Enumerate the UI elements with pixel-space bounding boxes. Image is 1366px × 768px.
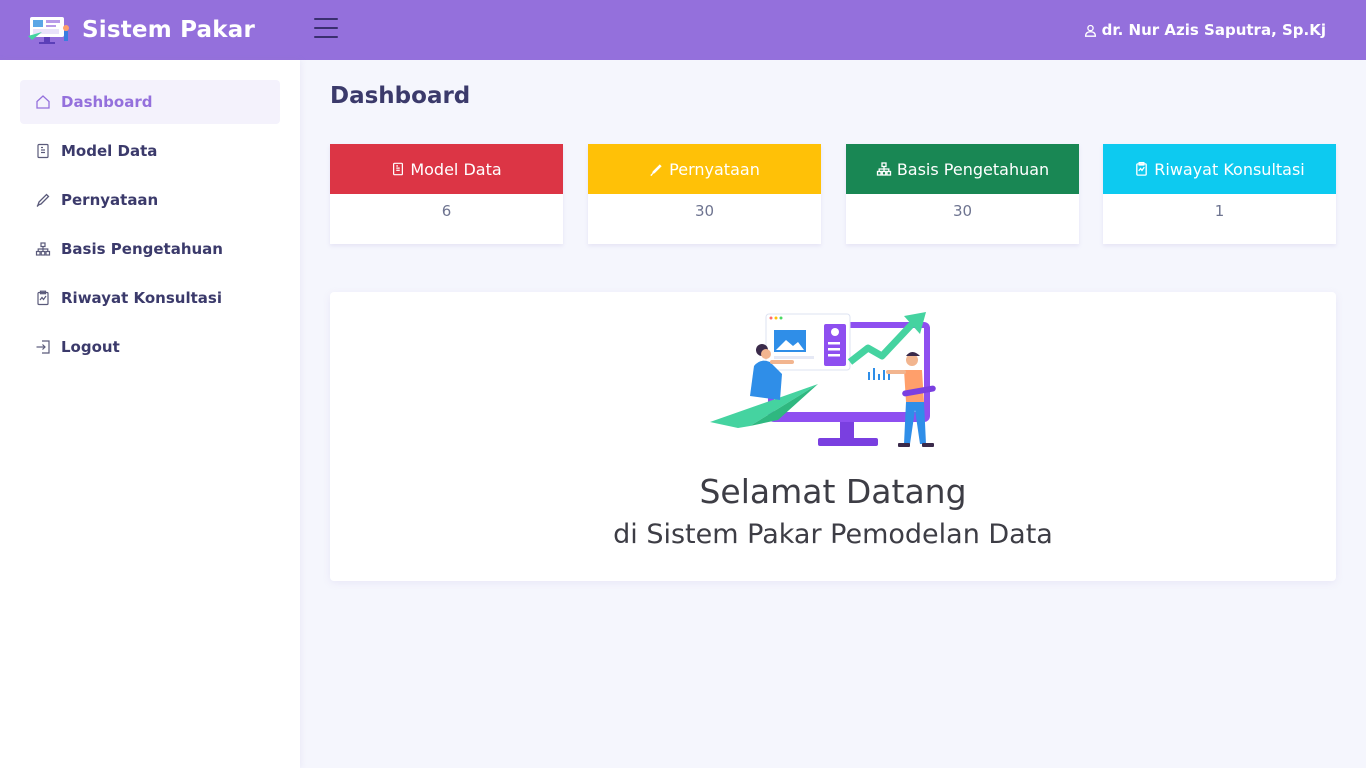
stat-card-value: 30: [952, 202, 973, 220]
brand-logo-icon: [26, 14, 72, 46]
stat-card-basis-pengetahuan[interactable]: Basis Pengetahuan 30: [846, 144, 1079, 244]
user-menu[interactable]: dr. Nur Azis Saputra, Sp.Kj: [1084, 0, 1326, 60]
sidebar-item-riwayat-konsultasi[interactable]: Riwayat Konsultasi: [20, 276, 280, 320]
brand-title: Sistem Pakar: [82, 17, 256, 43]
sidebar-item-model-data[interactable]: Model Data: [20, 129, 280, 173]
sidebar-item-label: Dashboard: [61, 93, 153, 111]
stat-card-header[interactable]: Riwayat Konsultasi: [1103, 144, 1336, 194]
logout-icon: [34, 338, 52, 356]
sidebar-item-logout[interactable]: Logout: [20, 325, 280, 369]
stat-cards: Model Data 6 Pernyataan 30 Basis Pengeta…: [330, 144, 1336, 244]
welcome-title: Selamat Datang: [699, 472, 967, 511]
stat-card-model-data[interactable]: Model Data 6: [330, 144, 563, 244]
stat-card-label: Model Data: [410, 159, 502, 179]
sidebar-item-dashboard[interactable]: Dashboard: [20, 80, 280, 124]
stat-card-header[interactable]: Model Data: [330, 144, 563, 194]
pencil-icon: [650, 163, 662, 176]
user-name: dr. Nur Azis Saputra, Sp.Kj: [1101, 21, 1326, 39]
hamburger-icon[interactable]: [314, 18, 338, 40]
file-icon: [393, 162, 404, 176]
sidebar-item-label: Logout: [61, 338, 120, 356]
clipboard-icon: [1136, 161, 1148, 176]
hierarchy-icon: [34, 240, 52, 258]
stat-card-value: 30: [694, 202, 715, 220]
stat-card-value: 1: [1214, 202, 1225, 220]
stat-card-label: Pernyataan: [669, 159, 760, 179]
clipboard-icon: [34, 289, 52, 307]
stat-card-header[interactable]: Basis Pengetahuan: [846, 144, 1079, 194]
top-navbar: Sistem Pakar dr. Nur Azis Saputra, Sp.Kj: [0, 0, 1366, 60]
sidebar-item-label: Model Data: [61, 142, 158, 160]
page-title: Dashboard: [330, 83, 471, 109]
stat-card-header[interactable]: Pernyataan: [588, 144, 821, 194]
sidebar-item-label: Basis Pengetahuan: [61, 240, 223, 258]
sidebar-item-label: Pernyataan: [61, 191, 159, 209]
file-icon: [34, 142, 52, 160]
stat-card-label: Basis Pengetahuan: [896, 159, 1050, 179]
stat-card-value: 6: [441, 202, 452, 220]
welcome-subtitle: di Sistem Pakar Pemodelan Data: [613, 519, 1053, 550]
analytics-illustration: [710, 310, 960, 455]
sidebar-item-pernyataan[interactable]: Pernyataan: [20, 178, 280, 222]
pencil-icon: [34, 191, 52, 209]
sidebar-nav: Dashboard Model Data Pernyataan Basis Pe…: [0, 60, 300, 369]
stat-card-label: Riwayat Konsultasi: [1154, 159, 1305, 179]
welcome-panel: Selamat Datang di Sistem Pakar Pemodelan…: [330, 292, 1336, 581]
stat-card-riwayat-konsultasi[interactable]: Riwayat Konsultasi 1: [1103, 144, 1336, 244]
user-icon: [1084, 24, 1096, 37]
sidebar-item-label: Riwayat Konsultasi: [61, 289, 222, 307]
sidebar: Dashboard Model Data Pernyataan Basis Pe…: [0, 60, 300, 768]
sidebar-item-basis-pengetahuan[interactable]: Basis Pengetahuan: [20, 227, 280, 271]
brand[interactable]: Sistem Pakar: [0, 0, 300, 60]
stat-card-pernyataan[interactable]: Pernyataan 30: [588, 144, 821, 244]
home-icon: [34, 93, 52, 111]
hierarchy-icon: [876, 162, 891, 176]
main-content: Dashboard Model Data 6 Pernyataan 30 Bas…: [330, 60, 1336, 581]
